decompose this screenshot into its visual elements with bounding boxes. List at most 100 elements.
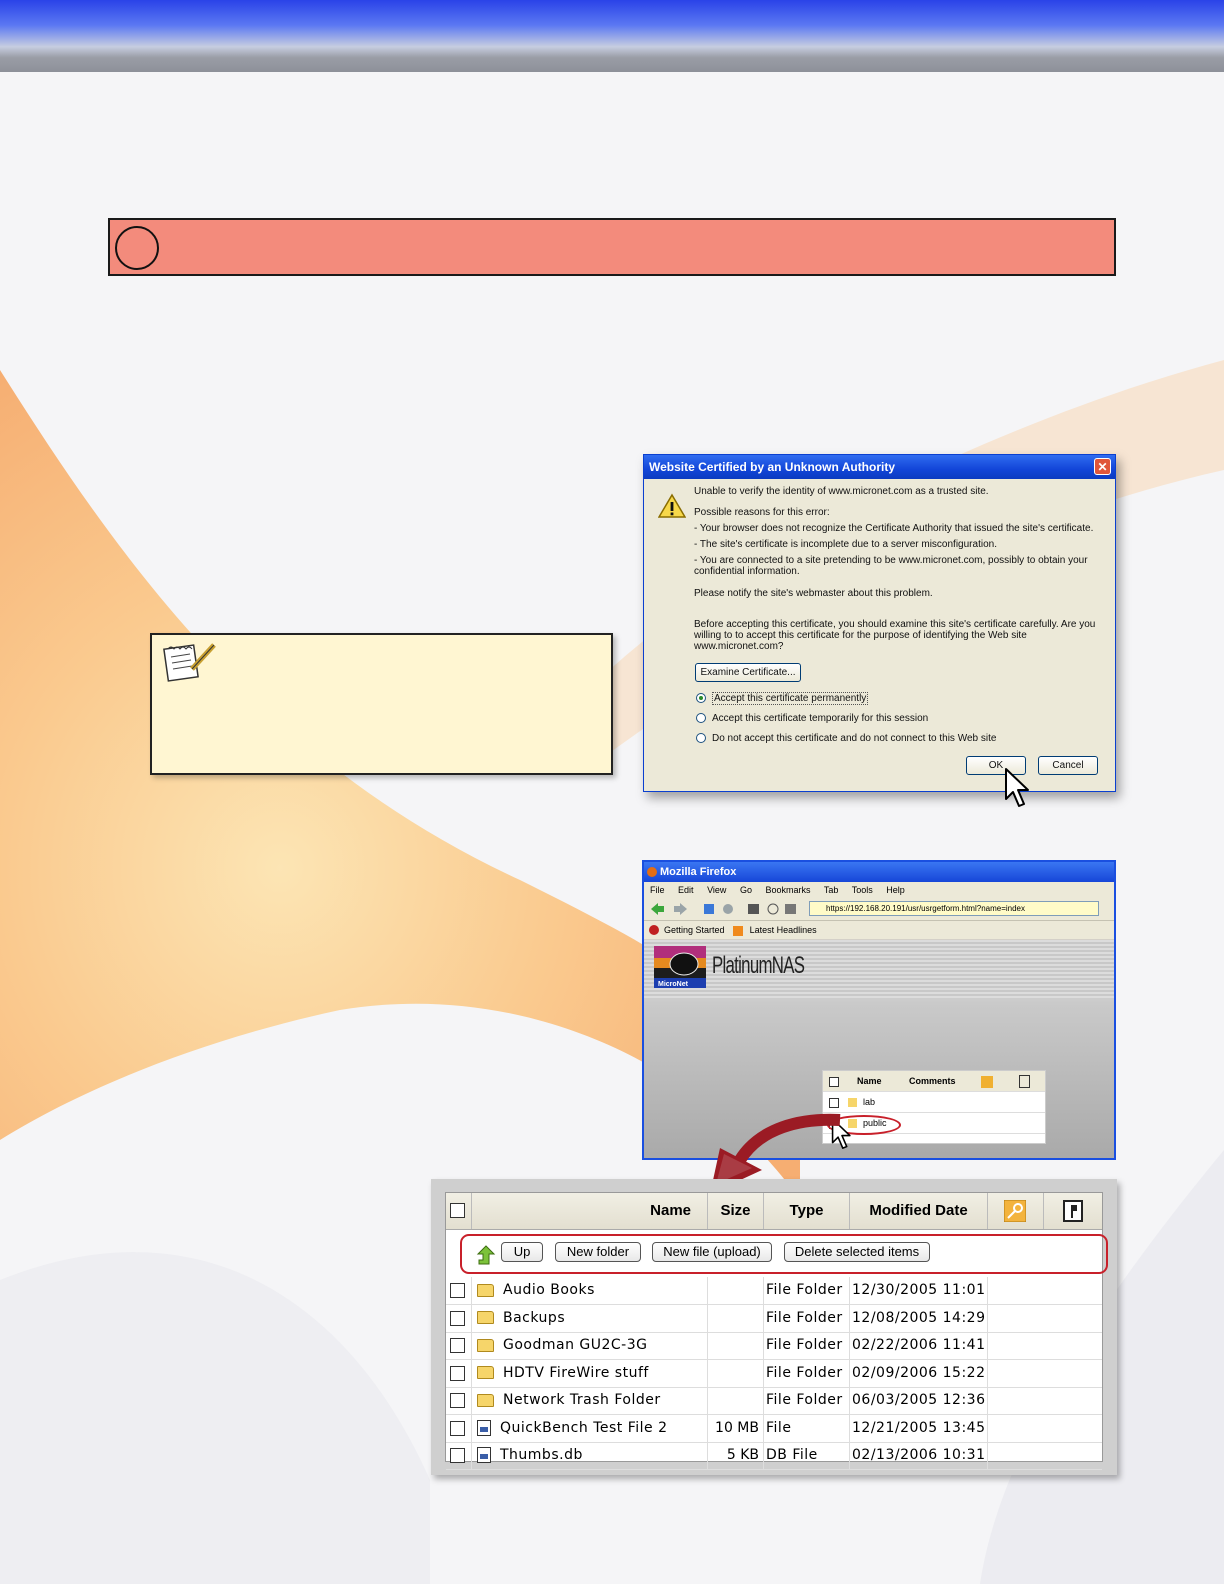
file-size — [708, 1387, 764, 1414]
dialog-reason-1: - Your browser does not recognize the Ce… — [694, 523, 1094, 534]
warning-icon — [658, 493, 686, 518]
delete-selected-button[interactable]: Delete selected items — [784, 1242, 930, 1262]
row-checkbox[interactable] — [450, 1310, 465, 1326]
folder-icon — [477, 1283, 494, 1297]
key-icon[interactable] — [1004, 1200, 1026, 1222]
menu-edit[interactable]: Edit — [678, 885, 694, 895]
row-checkbox[interactable] — [829, 1097, 839, 1108]
menu-bookmarks[interactable]: Bookmarks — [765, 885, 810, 895]
key-column — [988, 1193, 1044, 1229]
menu-file[interactable]: File — [650, 885, 665, 895]
file-row[interactable]: HDTV FireWire stuff File Folder 02/09/2006… — [446, 1359, 1102, 1388]
radio-do-not-accept[interactable]: Do not accept this certificate and do no… — [696, 732, 996, 746]
file-name[interactable]: QuickBench Test File 2 — [500, 1420, 668, 1436]
file-name[interactable]: Backups — [503, 1310, 565, 1326]
select-all-checkbox[interactable] — [450, 1203, 465, 1218]
close-icon[interactable]: ✕ — [1094, 458, 1111, 475]
bookmark-getting-started[interactable]: Getting Started — [664, 925, 725, 935]
key-icon[interactable] — [981, 1076, 993, 1088]
file-modified-date: 02/22/2006 11:41 — [850, 1332, 988, 1359]
radio-unselected-icon — [696, 733, 706, 744]
checkbox-cell — [446, 1304, 472, 1332]
product-name: PlatinumNAS — [712, 952, 805, 979]
row-checkbox[interactable] — [450, 1338, 465, 1353]
col-type[interactable]: Type — [764, 1193, 850, 1229]
empty-cell — [988, 1360, 1102, 1387]
firefox-logo-icon — [647, 867, 657, 877]
col-comments: Comments — [909, 1076, 956, 1086]
micronet-logo: MicroNet — [654, 946, 706, 988]
url-bar[interactable]: https://192.168.20.191/usr/usrgetform.ht… — [809, 901, 1099, 916]
name-cell: Backups — [472, 1304, 708, 1332]
file-size — [708, 1332, 764, 1359]
menu-tools[interactable]: Tools — [852, 885, 873, 895]
col-size[interactable]: Size — [708, 1193, 764, 1229]
examine-certificate-button[interactable]: Examine Certificate... — [695, 663, 801, 682]
row-checkbox[interactable] — [450, 1283, 465, 1298]
properties-icon[interactable] — [1063, 1200, 1083, 1222]
file-name[interactable]: Network Trash Folder — [503, 1392, 661, 1408]
file-row[interactable]: Backups File Folder 12/08/2005 14:29 — [446, 1304, 1102, 1333]
certificate-dialog: Website Certified by an Unknown Authorit… — [643, 454, 1116, 807]
up-button[interactable]: Up — [501, 1242, 543, 1262]
file-size — [708, 1359, 764, 1387]
file-row[interactable]: QuickBench Test File 2 10 MB File 12/21/200… — [446, 1414, 1102, 1443]
share-table-header: Name Comments — [823, 1071, 1045, 1092]
file-browser-panel: Name Size Type Modified Date Up New fold… — [431, 1179, 1117, 1475]
checkbox-cell — [446, 1387, 472, 1414]
col-name: Name — [857, 1076, 882, 1086]
file-type: DB File — [764, 1442, 850, 1469]
checkbox-cell — [446, 1359, 472, 1387]
row-checkbox[interactable] — [450, 1420, 465, 1436]
folder-icon — [477, 1338, 494, 1352]
radio-accept-permanently[interactable]: Accept this certificate permanently — [696, 692, 869, 706]
new-folder-button[interactable]: New folder — [555, 1242, 641, 1262]
cancel-button[interactable]: Cancel — [1038, 756, 1098, 775]
col-modified-date[interactable]: Modified Date — [850, 1193, 988, 1229]
menu-view[interactable]: View — [707, 885, 726, 895]
share-row[interactable]: public — [823, 1113, 1045, 1135]
note-box — [150, 633, 613, 775]
file-type: File — [764, 1414, 850, 1442]
share-row[interactable]: lab — [823, 1092, 1045, 1113]
row-checkbox[interactable] — [450, 1365, 465, 1381]
dialog-notify: Please notify the site's webmaster about… — [694, 588, 933, 599]
file-row[interactable]: Network Trash Folder File Folder 06/03/200… — [446, 1387, 1102, 1415]
col-name[interactable]: Name — [472, 1193, 708, 1229]
file-name[interactable]: HDTV FireWire stuff — [503, 1365, 649, 1381]
file-row[interactable]: Audio Books File Folder 12/30/2005 11:01 — [446, 1277, 1102, 1305]
share-name[interactable]: lab — [863, 1092, 875, 1112]
file-modified-date: 12/08/2005 14:29 — [850, 1304, 988, 1332]
dialog-title: Website Certified by an Unknown Authorit… — [649, 460, 896, 474]
file-row[interactable]: Thumbs.db 5 KB DB File 02/13/2006 10:31 — [446, 1442, 1102, 1470]
dialog-title-bar: Website Certified by an Unknown Authorit… — [644, 455, 1115, 479]
radio-accept-temporarily[interactable]: Accept this certificate temporarily for … — [696, 712, 928, 726]
name-cell: QuickBench Test File 2 — [472, 1414, 708, 1442]
select-all-checkbox[interactable] — [829, 1076, 839, 1087]
file-row[interactable]: Goodman GU2C-3G File Folder 02/22/2006 11:… — [446, 1332, 1102, 1360]
row-checkbox[interactable] — [450, 1393, 465, 1408]
file-table: Name Size Type Modified Date Up New fold… — [445, 1192, 1108, 1470]
file-name[interactable]: Thumbs.db — [500, 1447, 583, 1463]
bookmark-latest-headlines[interactable]: Latest Headlines — [750, 925, 817, 935]
menu-tab[interactable]: Tab — [824, 885, 839, 895]
file-modified-date: 02/09/2006 15:22 — [850, 1359, 988, 1387]
name-cell: Goodman GU2C-3G — [472, 1332, 708, 1359]
file-name[interactable]: Audio Books — [503, 1282, 595, 1298]
firefox-title: Mozilla Firefox — [660, 866, 737, 878]
radio-unselected-icon — [696, 713, 706, 724]
file-icon — [477, 1419, 491, 1436]
empty-cell — [988, 1387, 1102, 1414]
file-name[interactable]: Goodman GU2C-3G — [503, 1337, 648, 1353]
folder-icon — [477, 1366, 494, 1379]
properties-icon[interactable] — [1019, 1075, 1030, 1088]
dialog-reasons-heading: Possible reasons for this error: — [694, 507, 830, 518]
menu-go[interactable]: Go — [740, 885, 752, 895]
checkbox-cell — [446, 1332, 472, 1359]
up-arrow-icon[interactable] — [476, 1244, 496, 1266]
menu-help[interactable]: Help — [886, 885, 905, 895]
row-checkbox[interactable] — [450, 1448, 465, 1463]
new-file-upload-button[interactable]: New file (upload) — [652, 1242, 772, 1262]
empty-cell — [988, 1332, 1102, 1359]
folder-icon — [477, 1393, 494, 1407]
